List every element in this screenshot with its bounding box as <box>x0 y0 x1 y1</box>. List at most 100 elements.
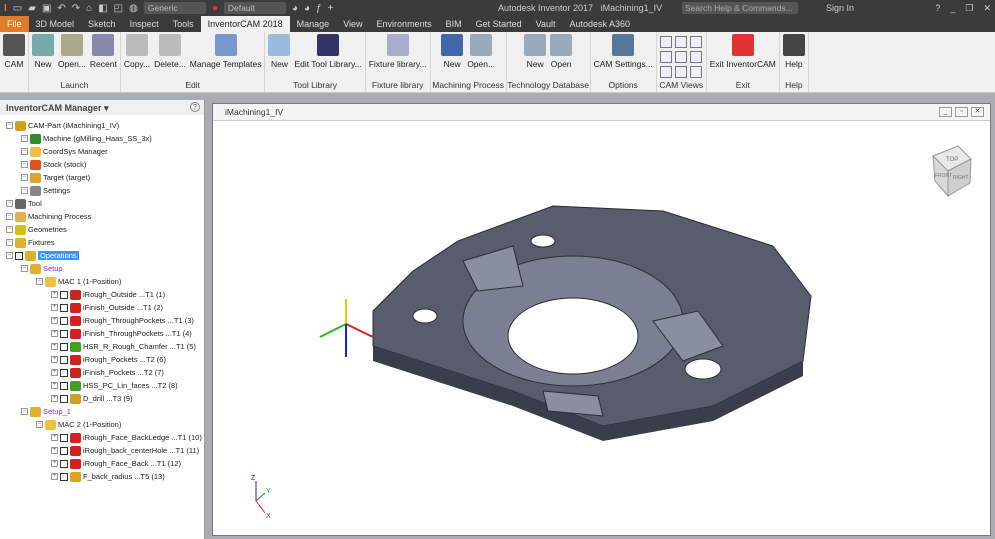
tab-3d-model[interactable]: 3D Model <box>29 16 82 32</box>
checkbox[interactable] <box>60 368 68 377</box>
panel-label[interactable]: Technology Database <box>507 80 590 90</box>
recent-button[interactable]: Recent <box>90 34 117 78</box>
exit-inventorcam-button[interactable]: Exit InventorCAM <box>710 34 776 78</box>
tree-item[interactable]: − Target (target) <box>21 171 90 184</box>
tree-item[interactable]: − MAC 1 (1-Position) <box>36 275 121 288</box>
new-button[interactable]: New <box>268 34 291 78</box>
update-icon[interactable]: ◧ <box>98 3 107 14</box>
expand-toggle[interactable]: + <box>51 369 58 376</box>
tree-item[interactable]: − Stock (stock) <box>21 158 86 171</box>
cam-view-icon[interactable] <box>690 51 703 63</box>
expand-toggle[interactable]: + <box>51 434 58 441</box>
tab-bim[interactable]: BIM <box>439 16 469 32</box>
checkbox[interactable] <box>60 381 68 390</box>
tree-item[interactable]: − Tool <box>6 197 42 210</box>
restore-icon[interactable]: ❐ <box>965 3 973 14</box>
expand-toggle[interactable]: − <box>6 252 13 259</box>
tab-view[interactable]: View <box>336 16 369 32</box>
panel-label[interactable]: CAM Views <box>657 80 706 90</box>
cam-view-icon[interactable] <box>660 36 673 48</box>
cam-view-icon[interactable] <box>660 51 673 63</box>
save-icon[interactable]: ▣ <box>42 3 51 14</box>
adjust-icon[interactable]: ◕ <box>292 3 298 14</box>
plus-icon[interactable]: + <box>328 3 334 14</box>
cam-view-icon[interactable] <box>675 36 688 48</box>
delete-button[interactable]: Delete... <box>154 34 186 78</box>
cam-view-icon[interactable] <box>690 36 703 48</box>
open-button[interactable]: Open <box>550 34 573 78</box>
tree-item[interactable]: − Fixtures <box>6 236 55 249</box>
checkbox[interactable] <box>60 459 68 468</box>
manage-templates-button[interactable]: Manage Templates <box>190 34 261 78</box>
panel-label[interactable]: Launch <box>29 80 120 90</box>
checkbox[interactable] <box>60 316 68 325</box>
checkbox[interactable] <box>60 329 68 338</box>
new-icon[interactable]: ▭ <box>13 3 22 14</box>
copy-button[interactable]: Copy... <box>124 34 150 78</box>
appearance-dropdown[interactable]: Default <box>223 2 286 14</box>
new-button[interactable]: New <box>524 34 547 78</box>
tree-item[interactable]: + iRough_Face_Back ...T1 (12) <box>51 457 181 470</box>
manager-header[interactable]: InventorCAM Manager ▾? <box>0 100 204 115</box>
expand-toggle[interactable]: − <box>6 239 13 246</box>
cam-view-icon[interactable] <box>660 66 673 78</box>
checkbox[interactable] <box>60 342 68 351</box>
tree-item[interactable]: − Setup <box>21 262 63 275</box>
panel-label[interactable]: Machining Process <box>431 80 506 90</box>
tree-item[interactable]: − CoordSys Manager <box>21 145 108 158</box>
clear-icon[interactable]: ◕ <box>304 3 310 14</box>
checkbox[interactable] <box>60 290 68 299</box>
tree-item[interactable]: − Geometries <box>6 223 67 236</box>
tree-item[interactable]: + iFinish_ThroughPockets ...T1 (4) <box>51 327 192 340</box>
tree-item[interactable]: − Operations <box>6 249 79 262</box>
panel-label[interactable]: Exit <box>707 80 779 90</box>
edit-tool-library-button[interactable]: Edit Tool Library... <box>294 34 362 78</box>
tree-item[interactable]: + iFinish_Outside ...T1 (2) <box>51 301 163 314</box>
tab-vault[interactable]: Vault <box>529 16 563 32</box>
fx-icon[interactable]: ƒ <box>316 3 322 14</box>
minimize-icon[interactable]: _ <box>950 3 955 14</box>
panel-label[interactable]: Options <box>591 80 656 90</box>
search-input[interactable]: Search Help & Commands... <box>682 2 798 14</box>
tab-file[interactable]: File <box>0 16 29 32</box>
checkbox[interactable] <box>60 446 68 455</box>
expand-toggle[interactable]: + <box>51 343 58 350</box>
home-icon[interactable]: ⌂ <box>86 3 92 14</box>
tab-sketch[interactable]: Sketch <box>81 16 123 32</box>
cam-button[interactable]: CAM <box>3 34 25 78</box>
expand-toggle[interactable]: − <box>21 148 28 155</box>
checkbox[interactable] <box>60 303 68 312</box>
tree-item[interactable]: + iRough_Outside ...T1 (1) <box>51 288 165 301</box>
tree-item[interactable]: + iRough_Pockets ...T2 (6) <box>51 353 166 366</box>
material-dropdown[interactable]: Generic <box>143 2 206 14</box>
tab-get-started[interactable]: Get Started <box>469 16 529 32</box>
expand-toggle[interactable]: + <box>51 473 58 480</box>
globe-icon[interactable]: ◍ <box>129 3 138 14</box>
inventor-logo-icon[interactable]: I <box>4 3 7 14</box>
expand-toggle[interactable]: − <box>6 122 13 129</box>
tab-environments[interactable]: Environments <box>370 16 439 32</box>
cam-view-icon[interactable] <box>690 66 703 78</box>
tab-autodesk-a360[interactable]: Autodesk A360 <box>562 16 637 32</box>
expand-toggle[interactable]: + <box>51 395 58 402</box>
tree-item[interactable]: + iRough_ThroughPockets ...T1 (3) <box>51 314 194 327</box>
help-icon[interactable]: ? <box>190 102 200 112</box>
checkbox[interactable] <box>15 251 23 260</box>
panel-label[interactable]: Fixture library <box>366 80 430 90</box>
undo-icon[interactable]: ↶ <box>57 3 65 14</box>
tree-item[interactable]: − Settings <box>21 184 70 197</box>
tab-inspect[interactable]: Inspect <box>123 16 166 32</box>
redo-icon[interactable]: ↷ <box>72 3 80 14</box>
panel-label[interactable]: Help <box>780 80 808 90</box>
expand-toggle[interactable]: + <box>51 460 58 467</box>
new-button[interactable]: New <box>441 34 464 78</box>
expand-toggle[interactable]: + <box>51 447 58 454</box>
tree-item[interactable]: + HSR_R_Rough_Chamfer ...T1 (5) <box>51 340 196 353</box>
expand-toggle[interactable]: − <box>21 174 28 181</box>
expand-toggle[interactable]: + <box>51 317 58 324</box>
tab-tools[interactable]: Tools <box>166 16 201 32</box>
view-cube[interactable]: TOP FRONT RIGHT <box>932 145 972 198</box>
fixture-library-button[interactable]: Fixture library... <box>369 34 427 78</box>
tab-inventorcam-2018[interactable]: InventorCAM 2018 <box>200 16 290 32</box>
tree-item[interactable]: + iRough_back_centerHole ...T1 (11) <box>51 444 199 457</box>
